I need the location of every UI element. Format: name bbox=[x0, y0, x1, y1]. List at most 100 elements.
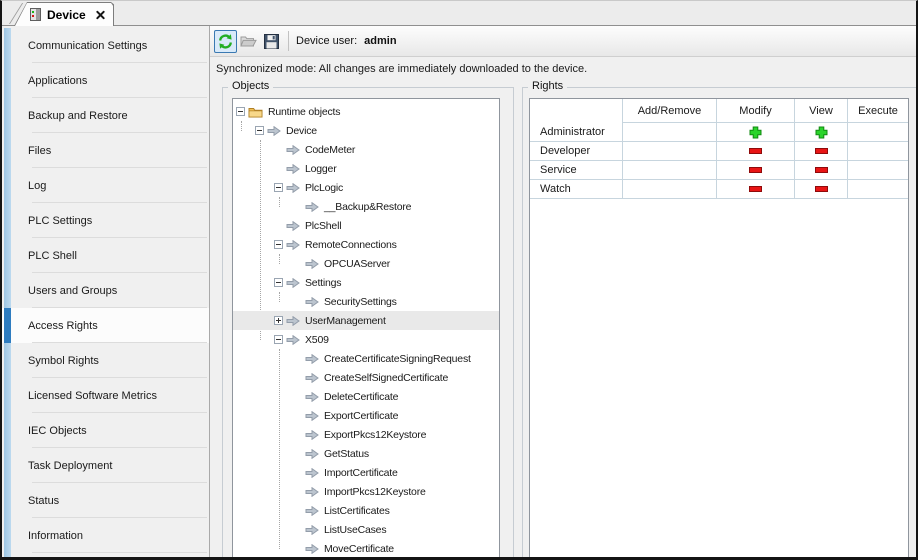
tree-node[interactable]: ImportCertificate bbox=[233, 463, 499, 482]
permission-cell[interactable] bbox=[795, 161, 848, 180]
column-header-modify: Modify bbox=[717, 99, 795, 123]
permission-cell[interactable] bbox=[795, 180, 848, 199]
device-user-value: admin bbox=[364, 35, 396, 47]
tree-node[interactable]: Settings bbox=[233, 273, 499, 292]
tree-node[interactable]: ListCertificates bbox=[233, 501, 499, 520]
minus-icon bbox=[815, 186, 828, 192]
tree-node[interactable]: ExportPkcs12Keystore bbox=[233, 425, 499, 444]
permission-cell[interactable] bbox=[795, 123, 848, 142]
tree-node[interactable]: ExportCertificate bbox=[233, 406, 499, 425]
tree-expander-icon[interactable] bbox=[274, 183, 283, 192]
permission-cell[interactable] bbox=[623, 123, 717, 142]
object-arrow-icon bbox=[305, 487, 319, 497]
column-header-add-remove: Add/Remove bbox=[623, 99, 717, 123]
sidebar-item[interactable]: Log bbox=[2, 168, 209, 203]
sidebar-item[interactable]: Communication Settings bbox=[2, 28, 209, 63]
sidebar-item-label: IEC Objects bbox=[28, 425, 87, 437]
tree-expander-icon[interactable] bbox=[274, 240, 283, 249]
object-arrow-icon bbox=[286, 240, 300, 250]
sidebar-item[interactable]: Symbol Rights bbox=[2, 343, 209, 378]
sidebar-item[interactable]: Applications bbox=[2, 63, 209, 98]
object-arrow-icon bbox=[286, 335, 300, 345]
permission-cell[interactable] bbox=[848, 180, 908, 199]
tree-node-label: __Backup&Restore bbox=[324, 201, 411, 213]
tree-node[interactable]: Device bbox=[233, 121, 499, 140]
sync-message-bar: Synchronized mode: All changes are immed… bbox=[210, 57, 916, 81]
sidebar-item[interactable]: Information bbox=[2, 518, 209, 553]
object-arrow-icon bbox=[267, 126, 281, 136]
permission-cell[interactable] bbox=[717, 123, 795, 142]
minus-icon bbox=[749, 148, 762, 154]
sidebar-item[interactable]: Access Rights bbox=[2, 308, 209, 343]
tree-node[interactable]: GetStatus bbox=[233, 444, 499, 463]
tree-node[interactable]: MoveCertificate bbox=[233, 539, 499, 557]
tree-node[interactable]: DeleteCertificate bbox=[233, 387, 499, 406]
sidebar-item-label: Users and Groups bbox=[28, 285, 117, 297]
role-name: Service bbox=[530, 161, 623, 180]
tree-node[interactable]: ListUseCases bbox=[233, 520, 499, 539]
object-arrow-icon bbox=[305, 297, 319, 307]
sidebar-item[interactable]: Users and Groups bbox=[2, 273, 209, 308]
tree-node[interactable]: PlcShell bbox=[233, 216, 499, 235]
tree-expander-icon[interactable] bbox=[255, 126, 264, 135]
sidebar-item[interactable]: PLC Shell bbox=[2, 238, 209, 273]
tree-node[interactable]: X509 bbox=[233, 330, 499, 349]
permission-cell[interactable] bbox=[623, 142, 717, 161]
object-arrow-icon bbox=[305, 259, 319, 269]
object-arrow-icon bbox=[305, 202, 319, 212]
object-arrow-icon bbox=[305, 354, 319, 364]
sidebar-item[interactable]: Status bbox=[2, 483, 209, 518]
sidebar-item-label: Information bbox=[28, 530, 83, 542]
tree-node-label: SecuritySettings bbox=[324, 296, 397, 308]
tree-node[interactable]: CodeMeter bbox=[233, 140, 499, 159]
sidebar-item[interactable]: Licensed Software Metrics bbox=[2, 378, 209, 413]
open-button[interactable] bbox=[237, 30, 260, 53]
object-arrow-icon bbox=[305, 392, 319, 402]
tree-node[interactable]: __Backup&Restore bbox=[233, 197, 499, 216]
permission-cell[interactable] bbox=[717, 180, 795, 199]
sidebar-item-label: Licensed Software Metrics bbox=[28, 390, 157, 402]
permission-cell[interactable] bbox=[717, 161, 795, 180]
close-icon[interactable] bbox=[96, 10, 105, 19]
permission-cell[interactable] bbox=[623, 161, 717, 180]
tree-expander-icon[interactable] bbox=[274, 316, 283, 325]
tree-node-label: ListUseCases bbox=[324, 524, 386, 536]
tree-expander-icon[interactable] bbox=[236, 107, 245, 116]
sidebar-item[interactable]: Task Deployment bbox=[2, 448, 209, 483]
sidebar-item[interactable]: IEC Objects bbox=[2, 413, 209, 448]
rights-table: Add/Remove Modify View Execute Administr… bbox=[530, 99, 908, 199]
tree-node[interactable]: RemoteConnections bbox=[233, 235, 499, 254]
tree-node-label: CodeMeter bbox=[305, 144, 355, 156]
sidebar-item-label: Applications bbox=[28, 75, 87, 87]
object-arrow-icon bbox=[305, 430, 319, 440]
permission-cell[interactable] bbox=[848, 142, 908, 161]
save-button[interactable] bbox=[260, 30, 283, 53]
objects-tree: Runtime objects bbox=[233, 99, 499, 557]
tree-node[interactable]: PlcLogic bbox=[233, 178, 499, 197]
tree-node[interactable]: ImportPkcs12Keystore bbox=[233, 482, 499, 501]
sidebar-item[interactable]: Backup and Restore bbox=[2, 98, 209, 133]
permission-cell[interactable] bbox=[623, 180, 717, 199]
tree-node[interactable]: OPCUAServer bbox=[233, 254, 499, 273]
tree-node[interactable]: CreateCertificateSigningRequest bbox=[233, 349, 499, 368]
tree-node[interactable]: Runtime objects bbox=[233, 102, 499, 121]
tree-node[interactable]: CreateSelfSignedCertificate bbox=[233, 368, 499, 387]
permission-cell[interactable] bbox=[717, 142, 795, 161]
refresh-button[interactable] bbox=[214, 30, 237, 53]
permission-cell[interactable] bbox=[848, 161, 908, 180]
tab-device[interactable]: Device bbox=[14, 2, 114, 26]
tree-node[interactable]: SecuritySettings bbox=[233, 292, 499, 311]
tree-node-label: UserManagement bbox=[305, 315, 386, 327]
tree-node-label: ImportCertificate bbox=[324, 467, 398, 479]
column-header-view: View bbox=[795, 99, 848, 123]
permission-cell[interactable] bbox=[848, 123, 908, 142]
tree-expander-icon[interactable] bbox=[274, 335, 283, 344]
tree-node[interactable]: UserManagement bbox=[233, 311, 499, 330]
tree-expander-icon[interactable] bbox=[274, 278, 283, 287]
permission-cell[interactable] bbox=[795, 142, 848, 161]
open-folder-icon bbox=[240, 34, 257, 48]
sidebar-item[interactable]: Files bbox=[2, 133, 209, 168]
tree-node[interactable]: Logger bbox=[233, 159, 499, 178]
tree-node-label: ExportPkcs12Keystore bbox=[324, 429, 426, 441]
sidebar-item[interactable]: PLC Settings bbox=[2, 203, 209, 238]
